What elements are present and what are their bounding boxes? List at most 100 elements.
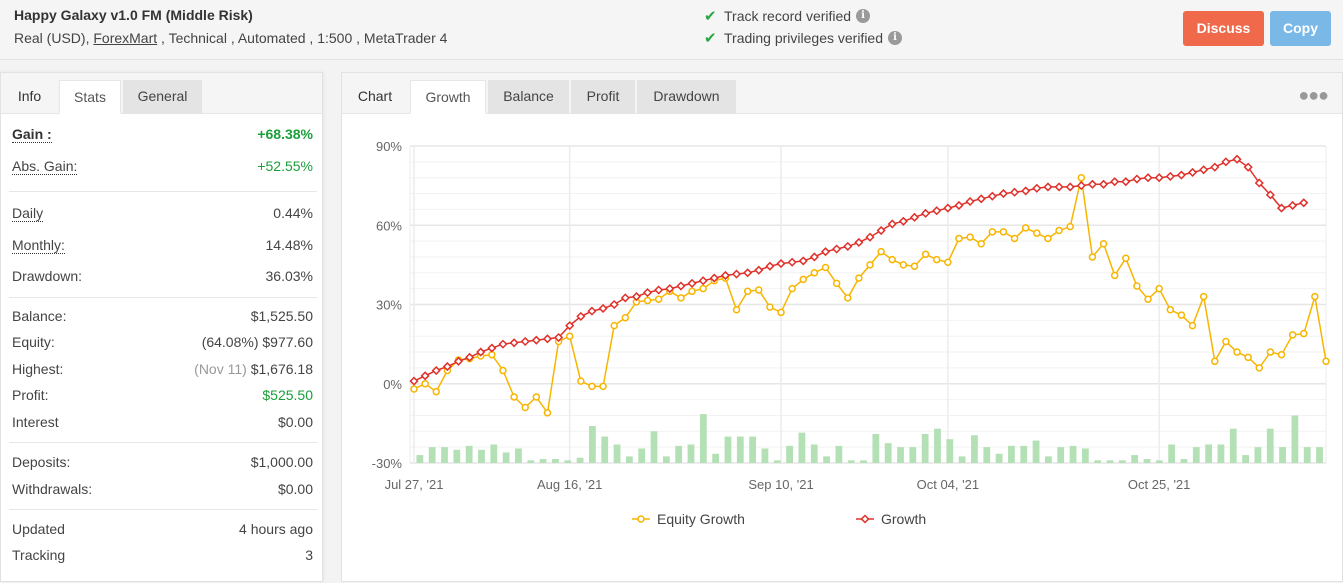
activity-bar: [576, 457, 584, 463]
activity-bar: [601, 436, 609, 463]
growth-point: [921, 208, 931, 218]
legend-item[interactable]: Equity Growth: [632, 511, 745, 527]
equity-growth-point: [966, 233, 974, 241]
stat-value: +52.55%: [257, 158, 313, 174]
growth-point: [609, 299, 619, 310]
equity-growth-point: [565, 332, 574, 340]
activity-bar: [650, 431, 658, 463]
equity-growth-point: [1155, 284, 1163, 293]
activity-bar: [884, 443, 892, 463]
equity-growth-point: [844, 294, 852, 302]
activity-bar: [761, 448, 769, 463]
growth-point: [1132, 174, 1142, 184]
equity-growth-point: [1277, 350, 1286, 359]
equity-growth-point: [1300, 329, 1308, 338]
more-options-icon[interactable]: ●●●: [1298, 85, 1329, 106]
activity-bar: [921, 433, 929, 463]
growth-point: [854, 237, 864, 247]
stat-label: Drawdown:: [12, 268, 83, 284]
divider: [9, 191, 317, 192]
stat-value: 3: [305, 547, 313, 563]
activity-bar: [872, 433, 880, 463]
equity-growth-point: [1088, 253, 1097, 261]
equity-growth-point: [877, 247, 885, 256]
legend-item[interactable]: Growth: [856, 511, 926, 527]
y-axis: 90% 60% 30% 0% -30%: [372, 139, 403, 471]
activity-bar: [847, 460, 855, 463]
stat-label[interactable]: Abs. Gain:: [12, 158, 78, 175]
growth-line: [413, 158, 1304, 382]
growth-point: [798, 256, 808, 266]
growth-point: [1299, 198, 1309, 208]
stat-label[interactable]: Gain :: [12, 126, 52, 143]
equity-growth-point: [1233, 348, 1241, 356]
tab-info[interactable]: Info: [1, 80, 58, 114]
activity-bar: [749, 436, 756, 463]
activity-bar: [589, 426, 596, 463]
check-icon: ✔: [704, 30, 717, 47]
equity-growth-point: [510, 393, 518, 401]
equity-growth-point: [499, 366, 507, 375]
highest-date: (Nov 11): [194, 361, 247, 377]
stat-value: 36.03%: [265, 268, 313, 284]
stat-label: Balance:: [12, 308, 67, 324]
stat-value: 0.44%: [273, 205, 313, 221]
equity-growth-point: [432, 387, 440, 396]
activity-bar: [502, 452, 510, 463]
activity-bar: [1045, 456, 1052, 463]
tab-drawdown[interactable]: Drawdown: [637, 80, 736, 114]
equity-growth-point: [688, 287, 696, 296]
system-attributes: , Technical , Automated , 1:500 , MetaTr…: [157, 30, 448, 46]
growth-point: [1143, 173, 1153, 183]
y-tick-label: -30%: [372, 456, 403, 471]
chart-tabs-label: Chart: [357, 88, 393, 104]
equity-growth-point: [1311, 292, 1319, 301]
tab-growth[interactable]: Growth: [410, 80, 486, 114]
equity-growth-point: [1188, 321, 1197, 330]
tab-stats[interactable]: Stats: [59, 80, 121, 114]
stat-value: $0.00: [277, 414, 313, 430]
activity-bar: [552, 459, 559, 463]
activity-bar: [1143, 459, 1151, 463]
equity-growth-point: [1055, 226, 1063, 235]
broker-link[interactable]: ForexMart: [93, 30, 157, 46]
tab-profit[interactable]: Profit: [571, 80, 635, 114]
stat-label: Interest: [12, 414, 59, 430]
stat-value: 4 hours ago: [239, 521, 313, 537]
equity-growth-point: [777, 308, 785, 317]
y-tick-label: 30%: [376, 298, 402, 313]
chart-lines: [409, 154, 1330, 417]
growth-chart: 90% 60% 30% 0% -30% Jul 27, '21 Aug 16, '21 Se…: [372, 139, 1330, 527]
tab-general[interactable]: General: [123, 80, 202, 114]
equity-growth-point: [599, 382, 607, 391]
equity-growth-point: [1110, 271, 1119, 280]
growth-point: [765, 261, 775, 271]
equity-growth-point: [1010, 234, 1019, 243]
equity-growth-point: [577, 377, 585, 385]
info-icon[interactable]: i: [888, 31, 902, 45]
stat-value: +68.38%: [257, 126, 313, 142]
stat-label: Tracking: [12, 547, 66, 563]
growth-point: [731, 269, 742, 279]
activity-bar: [1242, 455, 1249, 463]
tab-balance[interactable]: Balance: [488, 80, 569, 114]
check-icon: ✔: [704, 8, 717, 25]
activity-bar: [909, 447, 917, 463]
equity-growth-point: [755, 286, 763, 294]
equity-growth-point: [921, 250, 930, 259]
activity-bars: [416, 414, 1323, 463]
growth-point: [809, 252, 819, 262]
equity-growth-point: [1177, 311, 1186, 319]
growth-point: [487, 343, 497, 353]
info-icon[interactable]: i: [856, 9, 871, 23]
copy-button[interactable]: Copy: [1270, 11, 1331, 46]
activity-bar: [638, 448, 646, 463]
growth-point: [776, 258, 786, 269]
stat-label[interactable]: Daily: [12, 205, 44, 222]
stat-value: 14.48%: [265, 237, 313, 253]
growth-point: [643, 288, 653, 298]
equity-growth-point: [1021, 224, 1030, 232]
discuss-button[interactable]: Discuss: [1183, 11, 1264, 46]
equity-growth-point: [955, 234, 963, 243]
stat-label[interactable]: Monthly:: [12, 237, 65, 254]
